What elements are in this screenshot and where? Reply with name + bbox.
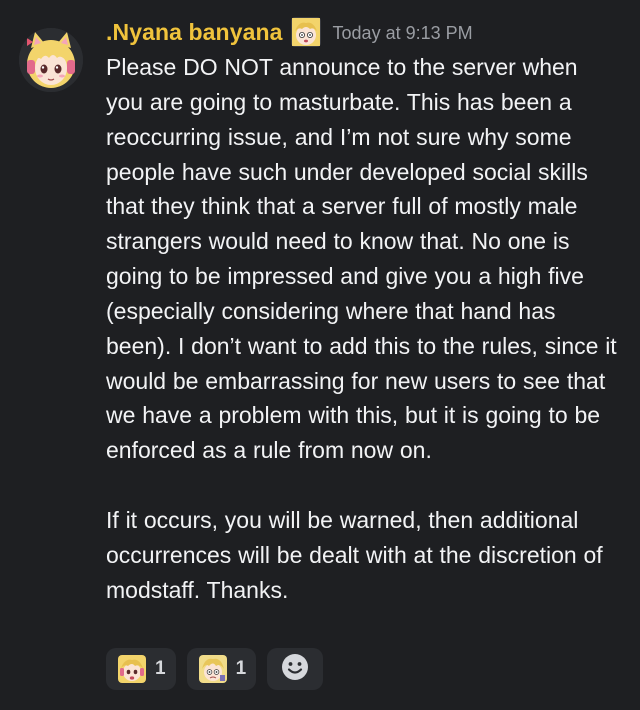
author-name[interactable]: .Nyana banyana bbox=[106, 19, 283, 46]
add-reaction-button[interactable] bbox=[267, 648, 324, 690]
message-header: .Nyana banyana Today at 9:13 PM bbox=[106, 14, 473, 50]
anime-catgirl-avatar-icon[interactable] bbox=[19, 28, 83, 92]
reaction-button[interactable]: 1 bbox=[186, 648, 257, 690]
anime-girl-emoji-icon bbox=[118, 655, 146, 683]
reaction-count: 1 bbox=[235, 658, 247, 679]
reaction-button[interactable]: 1 bbox=[106, 648, 176, 690]
anime-emoji-role-icon bbox=[290, 17, 321, 47]
reaction-bar: 1 1 bbox=[106, 648, 324, 690]
message-content: Please DO NOT announce to the server whe… bbox=[106, 50, 618, 608]
chat-message: .Nyana banyana Today at 9:13 PM Please D… bbox=[0, 0, 640, 710]
message-paragraph: Please DO NOT announce to the server whe… bbox=[106, 54, 617, 464]
reaction-count: 1 bbox=[155, 658, 166, 679]
message-paragraph: If it occurs, you will be warned, then a… bbox=[106, 506, 603, 603]
message-timestamp: Today at 9:13 PM bbox=[332, 22, 473, 43]
add-reaction-smiley-icon bbox=[280, 652, 310, 686]
anime-girl-blonde-emoji-icon bbox=[198, 655, 227, 683]
